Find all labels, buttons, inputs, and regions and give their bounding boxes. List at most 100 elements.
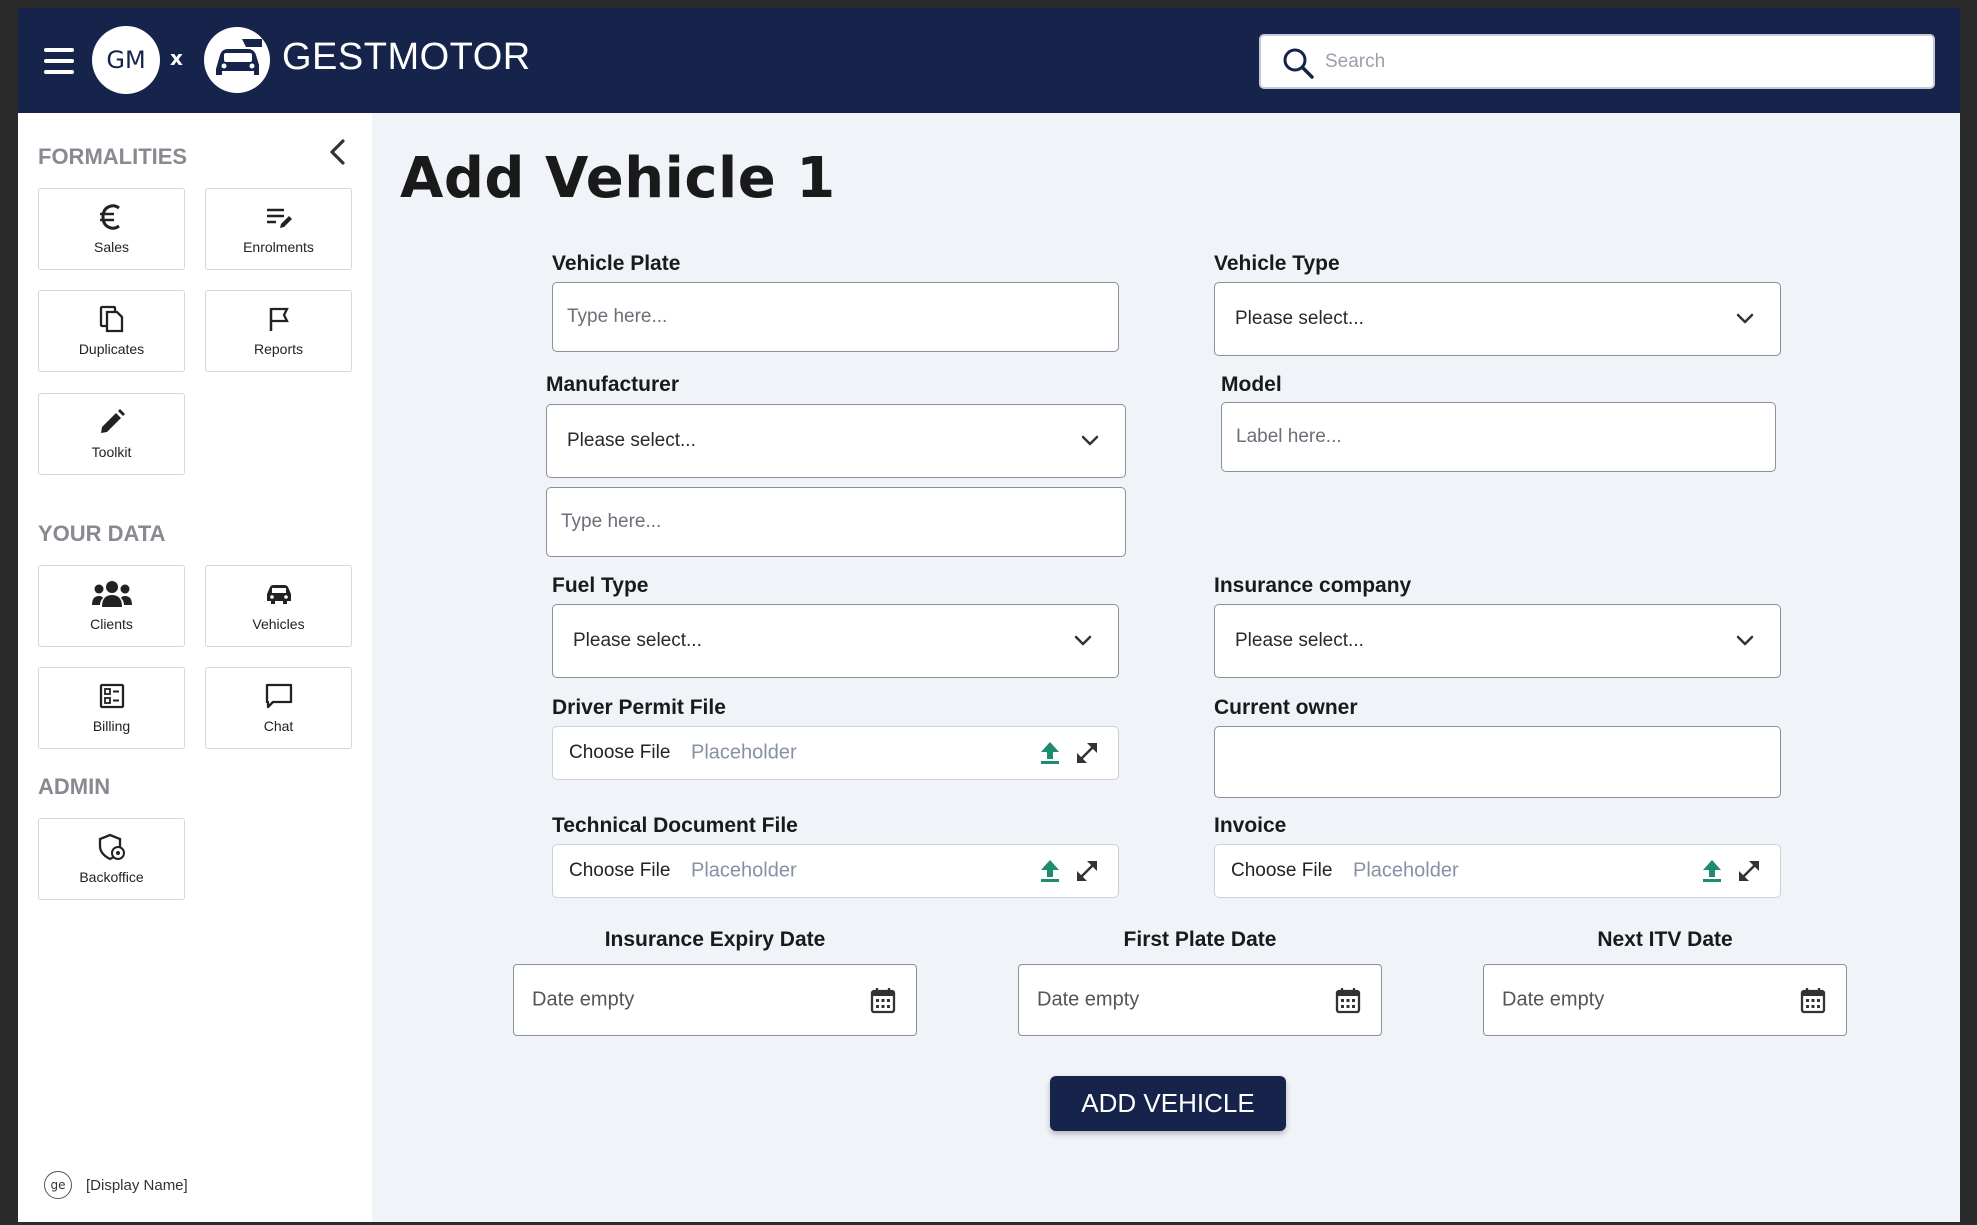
sidebar-tile-label: Sales [93,239,130,255]
collapse-sidebar-icon[interactable] [326,137,350,167]
model-field [1221,402,1776,472]
sidebar-tile-label: Chat [263,718,294,734]
driver-permit-file-picker: Choose File Placeholder [552,726,1119,780]
insurance-company-select[interactable]: Please select... [1214,604,1781,678]
insurance-company-label: Insurance company [1214,574,1412,597]
chevron-down-icon [1074,635,1092,646]
add-vehicle-button[interactable]: ADD VEHICLE [1050,1076,1286,1131]
technical-document-file-label: Technical Document File [552,814,798,837]
section-title-your-data: YOUR DATA [38,521,166,546]
euro-icon [39,201,184,233]
edit-list-icon [206,201,351,233]
vehicle-type-label: Vehicle Type [1214,252,1340,275]
sidebar-tile-chat[interactable]: Chat [205,667,352,749]
sidebar-tile-label: Vehicles [252,616,305,632]
sidebar-tile-reports[interactable]: Reports [205,290,352,372]
users-icon [39,578,184,610]
chevron-down-icon [1081,435,1099,446]
upload-icon[interactable] [1040,741,1060,765]
sidebar: FORMALITIES Sales Enrolments Duplicates [18,113,372,1222]
sidebar-tile-toolkit[interactable]: Toolkit [38,393,185,475]
manufacturer-select[interactable]: Please select... [546,404,1126,478]
insurance-company-value: Please select... [1235,630,1364,651]
driver-permit-file-label: Driver Permit File [552,696,726,719]
sidebar-tile-enrolments[interactable]: Enrolments [205,188,352,270]
fuel-type-select[interactable]: Please select... [552,604,1119,678]
copy-icon [39,303,184,335]
current-owner-input[interactable] [1229,727,1766,797]
file-placeholder: Placeholder [1353,859,1459,882]
model-input[interactable] [1236,403,1761,471]
hamburger-menu-icon[interactable] [44,48,74,74]
search-box[interactable] [1259,34,1935,89]
sidebar-tile-label: Backoffice [79,869,144,885]
calendar-icon [1800,988,1826,1014]
upload-icon[interactable] [1702,859,1722,883]
sidebar-tile-sales[interactable]: Sales [38,188,185,270]
sidebar-tile-label: Reports [253,341,304,357]
top-bar: GM x GESTMOTOR [18,8,1960,113]
current-owner-label: Current owner [1214,696,1358,719]
search-icon [1283,48,1314,79]
date-value: Date empty [1037,988,1140,1011]
model-label: Model [1221,373,1282,396]
gestmotor-logo-icon [202,25,272,95]
manufacturer-value: Please select... [567,430,696,451]
vehicle-type-value: Please select... [1235,308,1364,329]
technical-document-file-picker: Choose File Placeholder [552,844,1119,898]
upload-icon[interactable] [1040,859,1060,883]
pencil-icon [39,406,184,438]
user-profile[interactable]: ge [Display Name] [44,1171,188,1199]
shield-gear-icon [39,831,184,863]
insurance-expiry-date-label: Insurance Expiry Date [604,928,826,951]
manufacturer-other-input[interactable] [561,488,1111,556]
expand-icon[interactable] [1074,858,1100,884]
chevron-down-icon [1736,313,1754,324]
vehicle-plate-input[interactable] [567,283,1104,351]
billing-icon [39,680,184,712]
sidebar-tile-clients[interactable]: Clients [38,565,185,647]
manufacturer-label: Manufacturer [546,373,680,396]
invoice-file-picker: Choose File Placeholder [1214,844,1781,898]
sidebar-tile-billing[interactable]: Billing [38,667,185,749]
date-value: Date empty [532,988,635,1011]
sidebar-tile-label: Duplicates [78,341,145,357]
vehicle-plate-label: Vehicle Plate [552,252,681,275]
calendar-icon [870,988,896,1014]
expand-icon[interactable] [1074,740,1100,766]
sidebar-tile-vehicles[interactable]: Vehicles [205,565,352,647]
file-placeholder: Placeholder [691,741,797,764]
fuel-type-label: Fuel Type [552,574,649,597]
fuel-type-value: Please select... [573,630,702,651]
sidebar-tile-label: Billing [92,718,131,734]
partner-badge: GM [92,26,160,94]
avatar: ge [44,1171,72,1199]
choose-file-button[interactable]: Choose File [569,742,670,764]
sidebar-tile-backoffice[interactable]: Backoffice [38,818,185,900]
sidebar-tile-label: Enrolments [243,239,314,255]
next-itv-date-label: Next ITV Date [1597,928,1733,951]
file-placeholder: Placeholder [691,859,797,882]
vehicle-plate-field [552,282,1119,352]
user-display-name: [Display Name] [86,1176,188,1194]
search-input[interactable] [1325,46,1915,78]
sidebar-tile-label: Clients [90,616,133,632]
next-itv-date-picker[interactable]: Date empty [1483,964,1847,1036]
vehicle-type-select[interactable]: Please select... [1214,282,1781,356]
first-plate-date-label: First Plate Date [1123,928,1277,951]
chevron-down-icon [1736,635,1754,646]
brand-name: GESTMOTOR [282,36,531,78]
insurance-expiry-date-picker[interactable]: Date empty [513,964,917,1036]
choose-file-button[interactable]: Choose File [569,860,670,882]
page-title: Add Vehicle 1 [400,146,836,211]
brand-separator: x [170,46,183,70]
calendar-icon [1335,988,1361,1014]
expand-icon[interactable] [1736,858,1762,884]
app-window: GM x GESTMOTOR FORMALITIES [18,8,1960,1222]
choose-file-button[interactable]: Choose File [1231,860,1332,882]
sidebar-tile-duplicates[interactable]: Duplicates [38,290,185,372]
first-plate-date-picker[interactable]: Date empty [1018,964,1382,1036]
flag-icon [206,303,351,335]
invoice-label: Invoice [1214,814,1287,837]
date-value: Date empty [1502,988,1605,1011]
